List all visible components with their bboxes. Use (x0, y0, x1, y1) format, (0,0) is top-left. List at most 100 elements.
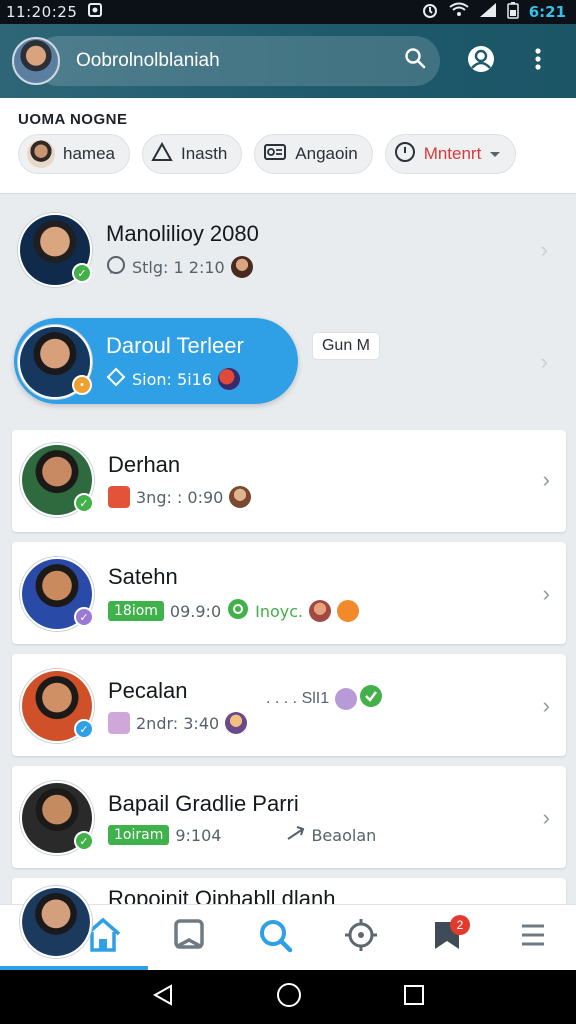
chevron-right-icon[interactable]: › (543, 581, 550, 607)
avatar (230, 256, 253, 278)
contact-name: Daroul Terleer (106, 333, 244, 358)
last-seen: 3ng: : 0:90 (136, 487, 224, 507)
contact-name: Bapail Gradlie Parri (108, 791, 299, 816)
avatar (229, 486, 252, 508)
chevron-right-icon[interactable]: › (543, 467, 550, 493)
activity-indicator: . . . . SlI1 (266, 684, 383, 713)
clock-icon (394, 141, 416, 168)
status-text: Inoyc. (255, 601, 304, 621)
notification-icon (87, 2, 103, 22)
avatar: ✓ (20, 669, 94, 743)
online-status-icon: ✓ (74, 493, 94, 513)
last-seen: 2ndr: 3:40 (136, 713, 220, 733)
chip-label: Angaoin (295, 144, 358, 163)
bookmark-icon (173, 918, 205, 957)
avatar: • (18, 325, 92, 399)
activity-text: . . . . SlI1 (266, 689, 330, 707)
wifi-icon (449, 2, 469, 22)
chip-label: Mntenrt (423, 144, 482, 163)
chip-inasth[interactable]: Inasth (141, 134, 243, 174)
nav-notifications[interactable]: 2 (422, 913, 472, 963)
chevron-right-icon[interactable]: › (543, 805, 550, 831)
chevron-right-icon[interactable]: › (543, 693, 550, 719)
list-item[interactable]: ✓ Derhan 3ng: : 0:90 › (20, 440, 566, 520)
more-options-icon[interactable] (534, 47, 542, 76)
forward-text: Beaolan (311, 825, 377, 845)
list-item-selected[interactable]: • Daroul Terleer Sion: 5i16 › (18, 322, 564, 402)
triangle-icon (151, 141, 173, 167)
gear-icon (343, 917, 379, 958)
filter-chips: hamea Inasth Angaoin Mntenrt (18, 134, 517, 174)
battery-text: 6:21 (528, 3, 566, 21)
label-tag: Gun M (312, 332, 380, 360)
alarm-icon (421, 1, 439, 23)
system-navigation-bar (0, 970, 576, 1024)
list-item[interactable]: ✓ Manolilioy 2080 Stlg: 1 2:10 › (18, 210, 564, 290)
notification-badge: 2 (450, 914, 470, 935)
avatar (335, 687, 358, 710)
avatar: ✓ (20, 781, 94, 855)
list-item[interactable]: ✓ Satehn 18iom 09.9:0 Inoyc. › (20, 554, 566, 634)
nav-explore[interactable] (336, 913, 386, 963)
avatar (218, 368, 240, 390)
chevron-right-icon: › (540, 349, 548, 374)
chip-label: hamea (63, 144, 115, 163)
message-icon (108, 712, 130, 734)
emoji-icon (337, 600, 360, 622)
last-seen: 9:104 (175, 825, 222, 845)
status-badge: 18iom (108, 601, 164, 621)
contact-name: Satehn (108, 564, 178, 589)
status-bar: 11:20:25 6:21 (0, 0, 576, 24)
chip-label: Inasth (180, 144, 228, 163)
status-icon: ✓ (74, 719, 94, 739)
app-icon (108, 486, 130, 508)
chat-icon (106, 255, 126, 279)
account-icon[interactable] (466, 44, 496, 79)
leaf-icon (106, 367, 126, 391)
battery-icon (506, 1, 519, 23)
last-seen: Stlg: 1 2:10 (132, 257, 225, 277)
forward-arrow-icon (287, 825, 305, 845)
contact-name: Ropoinit Oiphabll dlanh (108, 886, 336, 906)
last-seen: 09.9:0 (169, 601, 222, 621)
profile-avatar[interactable] (12, 37, 60, 85)
status-badge: 1oiram (108, 825, 170, 845)
contact-name: Pecalan (108, 678, 188, 703)
online-status-icon: ✓ (74, 831, 94, 851)
section-title: UOMA NOGNE (18, 111, 128, 128)
filter-section: UOMA NOGNE hamea Inasth Angaoin Mntenrt (0, 98, 576, 194)
signal-icon (479, 2, 497, 22)
online-status-icon: ✓ (72, 263, 92, 283)
nav-chats[interactable] (164, 913, 214, 963)
contact-name: Manolilioy 2080 (106, 221, 259, 246)
search-icon[interactable] (404, 47, 426, 75)
last-seen: Sion: 5i16 (132, 369, 212, 389)
home-button-icon[interactable] (276, 982, 302, 1013)
chevron-down-icon (489, 144, 501, 164)
list-item[interactable]: Ropoinit Oiphabll dlanh (108, 886, 336, 906)
avatar (225, 712, 248, 734)
search-icon (257, 917, 293, 958)
search-query[interactable]: Oobrolnolblaniah (76, 50, 404, 72)
avatar: ✓ (18, 213, 92, 287)
avatar (309, 600, 332, 622)
search-bar[interactable]: Oobrolnolblaniah (34, 36, 440, 86)
contact-list: ✓ Manolilioy 2080 Stlg: 1 2:10 › • Darou… (0, 194, 576, 906)
app-bar: Oobrolnolblaniah (0, 24, 576, 98)
chip-mntenrt[interactable]: Mntenrt (384, 134, 517, 174)
avatar (27, 140, 55, 168)
back-icon[interactable] (151, 983, 175, 1012)
chip-angaoin[interactable]: Angaoin (254, 134, 373, 174)
nav-menu[interactable] (508, 913, 558, 963)
chip-hamea[interactable]: hamea (18, 134, 130, 174)
status-icon: ✓ (74, 607, 94, 627)
card-icon (263, 143, 287, 166)
nav-search[interactable] (250, 913, 300, 963)
menu-icon (520, 923, 546, 952)
current-user-avatar[interactable] (20, 886, 92, 958)
check-icon (359, 684, 383, 713)
recents-icon[interactable] (403, 984, 425, 1011)
chevron-right-icon: › (540, 237, 548, 262)
avatar: ✓ (20, 443, 94, 517)
list-item[interactable]: ✓ Bapail Gradlie Parri 1oiram 9:104 Beao… (20, 778, 566, 858)
